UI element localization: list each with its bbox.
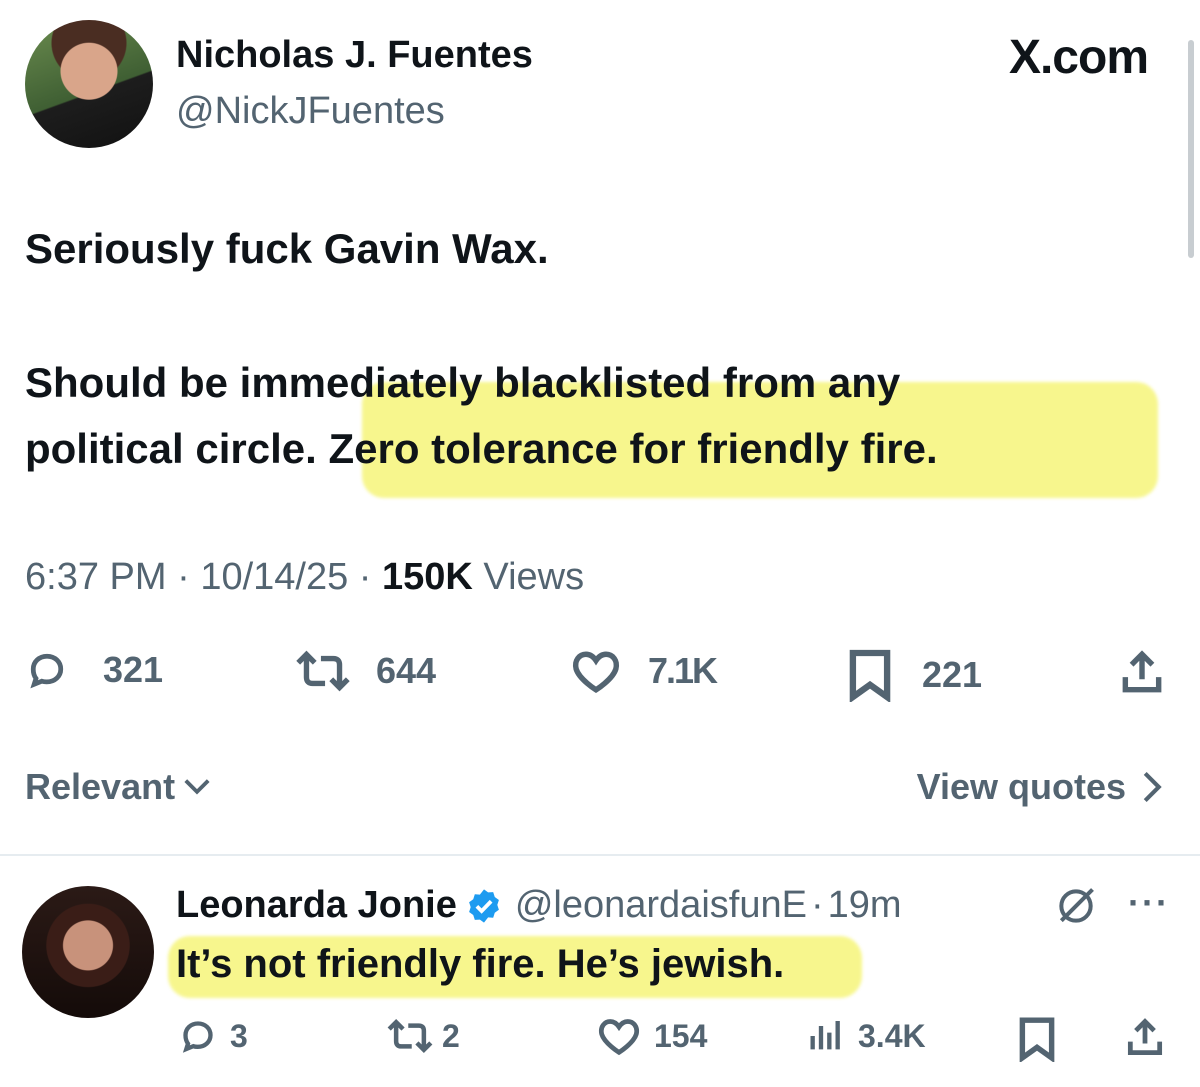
reply-repost-count: 2 [442, 1017, 460, 1054]
reply-button[interactable]: 321 [25, 648, 163, 692]
tweet-line-1: Seriously fuck Gavin Wax. [25, 225, 549, 272]
reply-views-count: 3.4K [858, 1017, 926, 1054]
comment-icon [30, 653, 64, 689]
share-button[interactable] [1118, 648, 1166, 698]
verified-badge-icon [468, 888, 499, 923]
reply-header: Leonarda Jonie @leonardaisfunE · 19m [176, 884, 902, 927]
reply-author-avatar[interactable] [22, 886, 154, 1018]
reply-time[interactable]: 19m [828, 884, 902, 927]
sort-dropdown[interactable]: Relevant [25, 766, 213, 808]
repost-button[interactable]: 644 [292, 648, 436, 694]
repost-icon [387, 1018, 433, 1054]
tweet-line-2: Should be immediately blacklisted from a… [25, 359, 901, 406]
more-options-icon[interactable]: ··· [1128, 882, 1170, 924]
sort-label: Relevant [25, 766, 176, 807]
reply-author-name[interactable]: Leonarda Jonie [176, 884, 457, 927]
tweet-date[interactable]: 10/14/25 [200, 556, 348, 598]
author-name[interactable]: Nicholas J. Fuentes [176, 34, 533, 77]
like-button[interactable]: 7.1K [570, 648, 718, 694]
chevron-down-icon [184, 779, 210, 795]
reply-count: 321 [103, 649, 164, 690]
share-icon [1122, 650, 1162, 693]
bookmark-count: 221 [922, 654, 983, 695]
repost-count: 644 [376, 650, 437, 691]
reply-separator: · [810, 884, 824, 926]
reply-author-handle[interactable]: @leonardaisfunE [515, 884, 807, 927]
reply-repost-button[interactable]: 2 [384, 1016, 460, 1056]
reply-bookmark-button[interactable] [1018, 1016, 1056, 1062]
reply-reply-count: 3 [230, 1017, 248, 1054]
author-handle[interactable]: @NickJFuentes [176, 90, 445, 133]
scrollbar[interactable] [1188, 40, 1194, 258]
tweet-line-3b: Zero tolerance for friendly fire. [316, 425, 938, 472]
reply-views-button[interactable]: 3.4K [806, 1016, 926, 1056]
meta-separator: · [358, 556, 372, 598]
chevron-right-icon [1143, 771, 1162, 803]
bookmark-icon [1019, 1017, 1055, 1062]
views-count[interactable]: 150K [382, 556, 473, 598]
x-logo-label: X.com [1008, 31, 1149, 84]
tweet-time[interactable]: 6:37 PM [25, 556, 167, 598]
bookmark-icon [849, 649, 891, 702]
views-chart-icon [810, 1021, 840, 1050]
divider [0, 854, 1200, 856]
view-quotes-link[interactable]: View quotes [917, 766, 1166, 808]
like-count: 7.1K [648, 650, 718, 691]
views-label: Views [483, 556, 585, 598]
meta-separator: · [177, 556, 190, 598]
comment-icon [182, 1021, 213, 1053]
bookmark-button[interactable]: 221 [848, 648, 982, 702]
reply-share-button[interactable] [1124, 1016, 1166, 1060]
view-quotes-label: View quotes [916, 766, 1126, 807]
tweet-meta: 6:37 PM · 10/14/25 · 150K Views [25, 556, 584, 599]
reply-like-button[interactable]: 154 [596, 1016, 707, 1056]
heart-icon [572, 651, 620, 694]
reply-text: It’s not friendly fire. He’s jewish. [176, 942, 785, 986]
tweet-line-3: political circle. Zero tolerance for fri… [25, 416, 938, 482]
grok-icon[interactable] [1054, 884, 1098, 928]
tweet-line-3a: political circle. [25, 425, 317, 472]
share-icon [1127, 1018, 1163, 1056]
heart-icon [598, 1019, 640, 1056]
reply-like-count: 154 [654, 1017, 708, 1054]
reply-reply-button[interactable]: 3 [178, 1016, 248, 1056]
author-avatar[interactable] [25, 20, 153, 148]
repost-icon [296, 650, 350, 692]
